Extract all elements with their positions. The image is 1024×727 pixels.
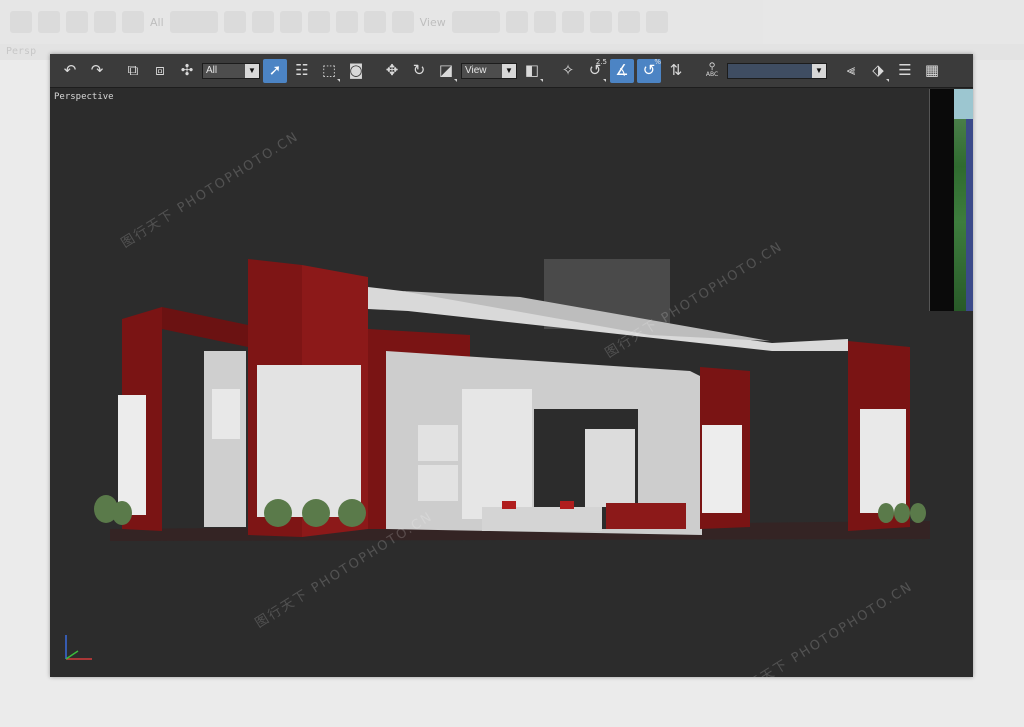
snaps-toggle-icon[interactable]: ↺ 2.5	[583, 57, 607, 83]
background-right-panel	[975, 60, 1024, 580]
edit-named-selections-icon[interactable]: ⚲ ABC	[700, 59, 724, 83]
preview-sky	[954, 89, 973, 119]
ghost-coord-dropdown	[451, 11, 500, 33]
ghost-unlink-icon	[94, 11, 116, 33]
percent-snap-icon[interactable]: ↺%	[637, 57, 661, 83]
ghost-region-icon	[279, 11, 302, 33]
curve-editor-icon[interactable]: ▦	[920, 59, 944, 83]
max-window: ↶ ↷ ⧉ ⧈ ✣ All ▼ ➚ ☷ ⬚ ◙ ✥ ↻ ◪ View ▼ ◧ ✧…	[50, 54, 973, 677]
chevron-down-icon: ▼	[245, 63, 259, 78]
percent-snap-label: %	[654, 57, 661, 66]
portal-window-1	[418, 425, 458, 461]
pivot-center-icon[interactable]: ◧	[520, 59, 544, 83]
ghost-percent-icon	[617, 11, 640, 33]
rectangular-selection-icon[interactable]: ⬚	[317, 59, 341, 83]
red-chair-1	[502, 501, 516, 509]
align-icon[interactable]: ⬗	[866, 59, 890, 83]
reference-coord-value: View	[465, 65, 487, 76]
select-object-icon[interactable]: ➚	[263, 58, 287, 83]
ghost-coord-label: View	[419, 15, 446, 29]
portal-window-2	[418, 465, 458, 501]
ghost-filter-label: All	[150, 15, 164, 29]
left-red-beam	[162, 307, 248, 347]
ghost-select-icon	[223, 11, 246, 33]
axis-gizmo-icon	[65, 635, 92, 660]
ghost-pivot-icon	[505, 11, 528, 33]
ghost-redo-icon	[38, 11, 60, 33]
plant-group-right	[878, 503, 926, 523]
undo-icon[interactable]: ↶	[58, 59, 82, 83]
spinner-snap-icon[interactable]: ⇅	[664, 59, 688, 83]
preview-stripe	[966, 119, 973, 311]
ghost-filter-dropdown	[169, 11, 218, 33]
ghost-move-icon	[335, 11, 358, 33]
bind-space-warp-icon[interactable]: ✣	[175, 59, 199, 83]
ghost-undo-icon	[10, 11, 32, 33]
background-toolbar: All View	[0, 0, 1024, 44]
select-link-icon[interactable]: ⧉	[121, 59, 145, 83]
manipulate-icon[interactable]: ✧	[556, 59, 580, 83]
mirror-icon[interactable]: ⫷	[839, 59, 863, 83]
main-toolbar: ↶ ↷ ⧉ ⧈ ✣ All ▼ ➚ ☷ ⬚ ◙ ✥ ↻ ◪ View ▼ ◧ ✧…	[50, 54, 973, 88]
red-chair-2	[560, 501, 574, 509]
snap-value-label: 2.5	[595, 57, 607, 66]
left-light-box	[118, 395, 146, 515]
ghost-spinner-icon	[645, 11, 668, 33]
ghost-window-icon	[307, 11, 330, 33]
window-crossing-icon[interactable]: ◙	[344, 59, 368, 83]
scale-icon[interactable]: ◪	[434, 59, 458, 83]
inner-display-panel	[585, 429, 635, 507]
ghost-angle-icon	[589, 11, 612, 33]
selection-filter-value: All	[206, 65, 218, 76]
ghost-snap-icon	[561, 11, 584, 33]
unlink-icon[interactable]: ⧈	[148, 59, 172, 83]
ghost-manip-icon	[533, 11, 556, 33]
red-counter	[606, 503, 686, 529]
angle-snap-icon[interactable]: ∡	[610, 58, 634, 83]
ghost-scale-icon	[391, 11, 414, 33]
perspective-viewport[interactable]: Perspective 图行天下 PHOTOPHOTO.CN 图行天下 PHOT…	[50, 89, 973, 677]
named-selection-dropdown[interactable]: ▼	[727, 62, 827, 79]
reception-counter	[482, 507, 602, 531]
pillar-panel	[212, 389, 240, 439]
ghost-select-name-icon	[251, 11, 274, 33]
render-preview-inset	[929, 89, 973, 311]
reference-coord-dropdown[interactable]: View ▼	[461, 62, 517, 79]
ghost-viewport-label: Persp	[6, 46, 37, 57]
move-icon[interactable]: ✥	[380, 59, 404, 83]
tower-light-box	[257, 365, 361, 517]
chevron-down-icon: ▼	[812, 63, 826, 78]
ghost-rotate-icon	[363, 11, 386, 33]
booth-scene	[94, 259, 930, 541]
portal-opening-left	[462, 389, 532, 519]
right-light-box	[702, 425, 742, 513]
select-by-name-icon[interactable]: ☷	[290, 59, 314, 83]
layer-manager-icon[interactable]: ☰	[893, 59, 917, 83]
ghost-bind-icon	[122, 11, 144, 33]
abc-label: ABC	[705, 71, 719, 78]
ghost-link-icon	[66, 11, 88, 33]
far-right-light-box	[860, 409, 906, 513]
rotate-icon[interactable]: ↻	[407, 59, 431, 83]
chevron-down-icon: ▼	[502, 63, 516, 78]
selection-filter-dropdown[interactable]: All ▼	[202, 62, 260, 79]
redo-icon[interactable]: ↷	[85, 59, 109, 83]
